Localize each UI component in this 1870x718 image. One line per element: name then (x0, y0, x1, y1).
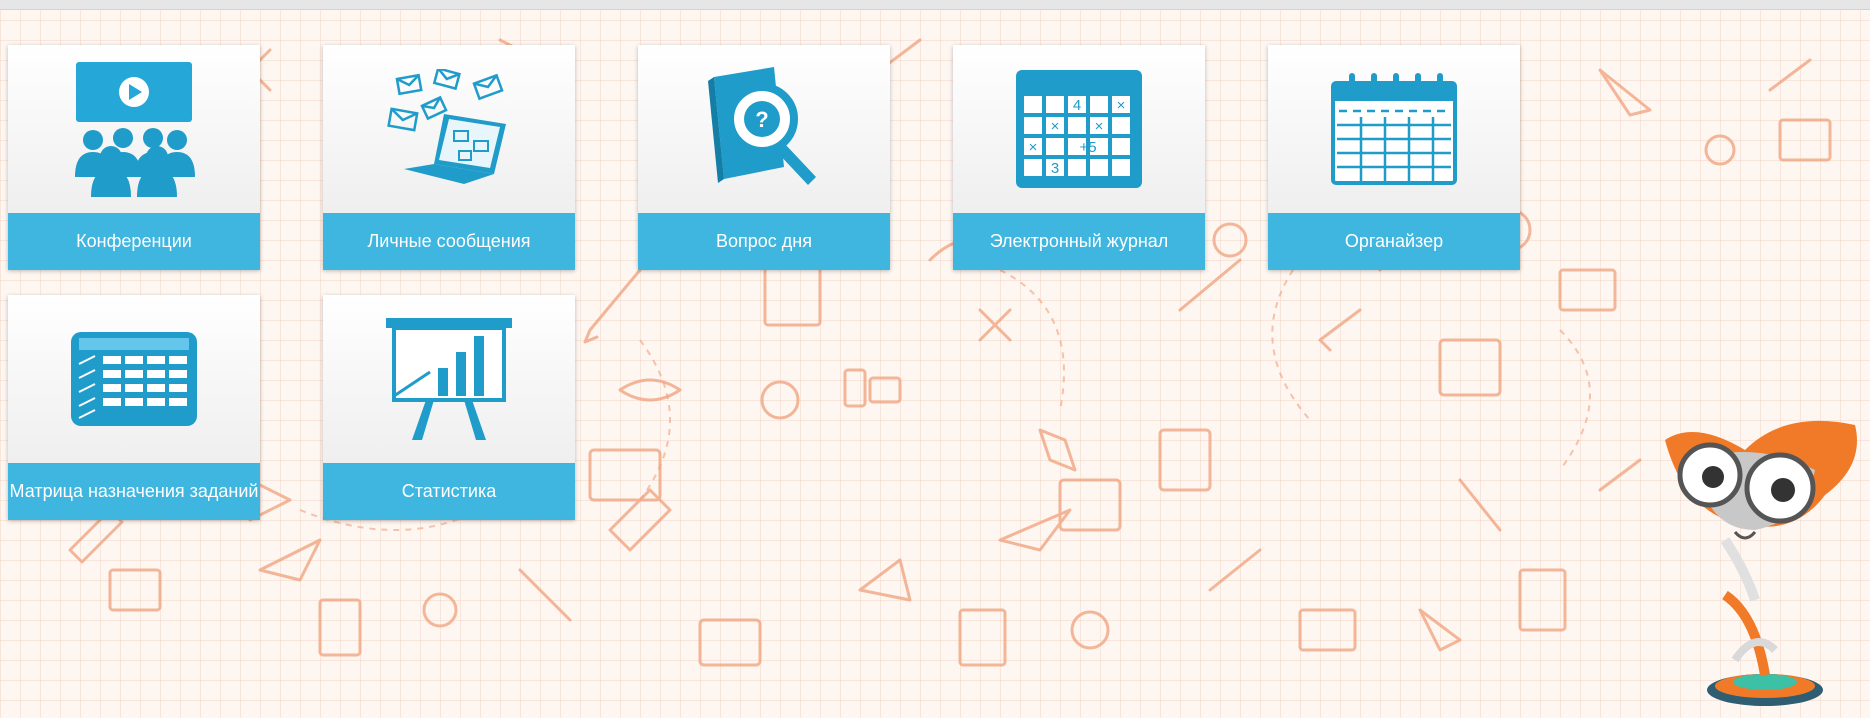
tile-personal-messages[interactable]: Личные сообщения (323, 45, 575, 270)
tile-statistics[interactable]: Статистика (323, 295, 575, 520)
robot-mascot (1665, 420, 1857, 706)
svg-text:×: × (1095, 118, 1104, 135)
tile-conferences[interactable]: Конференции (8, 45, 260, 270)
tile-electronic-journal[interactable]: 4 × × × × +5 3 Электронный журнал (953, 45, 1205, 270)
tile-label: Личные сообщения (323, 213, 575, 270)
browser-top-bar (0, 0, 1870, 10)
tile-label: Вопрос дня (638, 213, 890, 270)
matrix-table-icon (8, 295, 260, 463)
tile-task-assignment-matrix[interactable]: Матрица назначения заданий (8, 295, 260, 520)
svg-text:3: 3 (1051, 160, 1059, 177)
tile-label: Электронный журнал (953, 213, 1205, 270)
svg-text:×: × (1051, 118, 1060, 135)
svg-text:4: 4 (1073, 97, 1081, 114)
svg-text:+5: +5 (1079, 139, 1096, 156)
school-doodle-background (38, 38, 1832, 667)
svg-text:×: × (1029, 139, 1038, 156)
statistics-board-icon (323, 295, 575, 463)
tile-label: Конференции (8, 213, 260, 270)
tile-label: Матрица назначения заданий (8, 463, 260, 520)
svg-text:×: × (1117, 97, 1126, 114)
tile-question-of-the-day[interactable]: ? Вопрос дня (638, 45, 890, 270)
tile-label: Статистика (323, 463, 575, 520)
question-book-icon: ? (638, 45, 890, 213)
conference-icon (8, 45, 260, 213)
svg-text:?: ? (755, 107, 768, 132)
messages-icon (323, 45, 575, 213)
grade-journal-icon: 4 × × × × +5 3 (953, 45, 1205, 213)
calendar-icon (1268, 45, 1520, 213)
tile-organizer[interactable]: Органайзер (1268, 45, 1520, 270)
tile-label: Органайзер (1268, 213, 1520, 270)
